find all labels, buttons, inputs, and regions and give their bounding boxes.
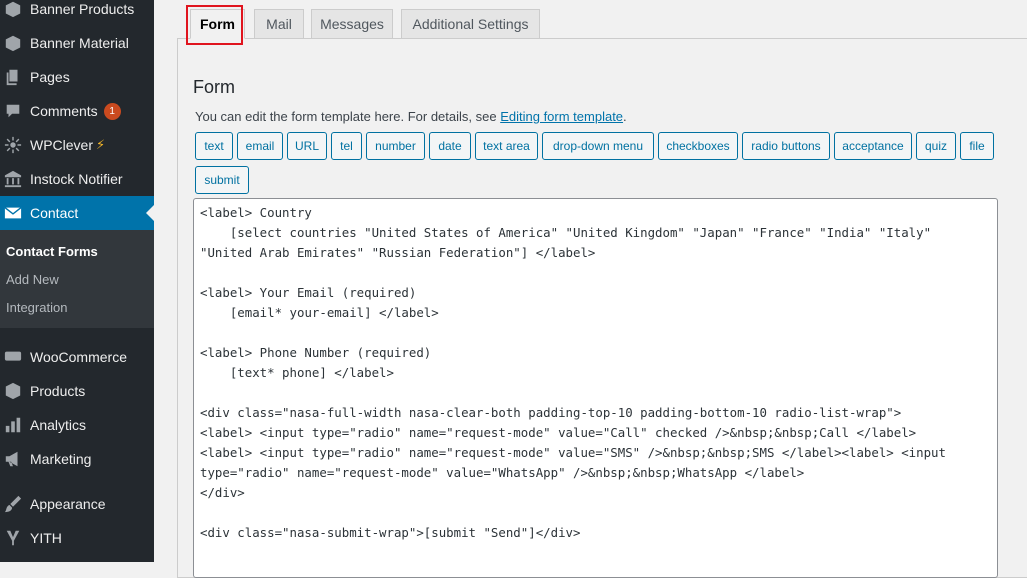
yith-icon — [4, 529, 22, 547]
tag-button-checkboxes[interactable]: checkboxes — [658, 132, 738, 160]
tag-button-file[interactable]: file — [960, 132, 994, 160]
analytics-bar-chart-icon — [4, 416, 22, 434]
contact-submenu: Contact Forms Add New Integration — [0, 230, 154, 328]
sidebar-item-label: Pages — [30, 69, 70, 85]
tag-button-drop-down-menu[interactable]: drop-down menu — [542, 132, 654, 160]
sidebar-item-appearance[interactable]: Appearance — [0, 487, 154, 521]
submenu-item-contact-forms[interactable]: Contact Forms — [6, 244, 98, 259]
tag-button-tel[interactable]: tel — [331, 132, 362, 160]
lightning-bolt-icon: ⚡ — [96, 137, 106, 152]
sidebar-item-banner-products[interactable]: Banner Products — [0, 0, 154, 26]
sidebar-item-label: Banner Material — [30, 35, 129, 51]
paintbrush-icon — [4, 495, 22, 513]
sidebar-item-wpclever[interactable]: WPClever ⚡ — [0, 128, 154, 162]
pages-icon — [4, 68, 22, 86]
submenu-item-integration[interactable]: Integration — [6, 300, 67, 315]
sidebar-item-label: Banner Products — [30, 1, 135, 17]
sidebar-item-label: Appearance — [30, 496, 106, 512]
editing-form-template-link[interactable]: Editing form template — [500, 109, 623, 124]
form-section-title: Form — [193, 77, 235, 97]
mail-envelope-icon — [4, 204, 22, 222]
submenu-item-add-new[interactable]: Add New — [6, 272, 59, 287]
form-description: You can edit the form template here. For… — [195, 109, 627, 124]
tag-button-date[interactable]: date — [429, 132, 471, 160]
tag-button-email[interactable]: email — [237, 132, 283, 160]
sidebar-item-analytics[interactable]: Analytics — [0, 408, 154, 442]
sidebar-item-label: WPClever — [30, 137, 94, 153]
megaphone-icon — [4, 450, 22, 468]
tag-button-number[interactable]: number — [366, 132, 425, 160]
sidebar-item-products[interactable]: Products — [0, 374, 154, 408]
sidebar-item-label: Comments — [30, 103, 98, 119]
admin-sidebar: Banner Products Banner Material Pages Co… — [0, 0, 154, 562]
sidebar-item-label: WooCommerce — [30, 349, 127, 365]
tab-messages[interactable]: Messages — [311, 9, 393, 39]
sidebar-item-banner-material[interactable]: Banner Material — [0, 26, 154, 60]
sidebar-item-woocommerce[interactable]: WooCommerce — [0, 340, 154, 374]
tag-button-text-area[interactable]: text area — [475, 132, 538, 160]
form-template-editor[interactable]: <label> Country [select countries "Unite… — [193, 198, 998, 578]
comments-icon — [4, 102, 22, 120]
sidebar-item-comments[interactable]: Comments 1 — [0, 94, 154, 128]
sidebar-item-pages[interactable]: Pages — [0, 60, 154, 94]
sidebar-item-marketing[interactable]: Marketing — [0, 442, 154, 476]
tab-mail[interactable]: Mail — [254, 9, 304, 39]
products-box-icon — [4, 382, 22, 400]
banner-material-icon — [4, 34, 22, 52]
instock-notifier-icon — [4, 170, 22, 188]
tag-button-url[interactable]: URL — [287, 132, 327, 160]
sidebar-item-instock-notifier[interactable]: Instock Notifier — [0, 162, 154, 196]
sidebar-item-label: Contact — [30, 205, 79, 221]
tag-button-text[interactable]: text — [195, 132, 233, 160]
sidebar-item-label: YITH — [30, 530, 62, 546]
form-tab-highlight-box — [186, 5, 243, 45]
sidebar-item-yith[interactable]: YITH — [0, 521, 154, 555]
wpclever-icon — [4, 136, 22, 154]
comments-count-badge: 1 — [103, 102, 121, 120]
sidebar-item-label: Marketing — [30, 451, 92, 467]
sidebar-item-label: Analytics — [30, 417, 87, 433]
sidebar-item-label: Instock Notifier — [30, 171, 123, 187]
tag-button-submit[interactable]: submit — [195, 166, 249, 194]
tag-button-radio-buttons[interactable]: radio buttons — [742, 132, 830, 160]
woocommerce-icon — [4, 348, 22, 366]
sidebar-item-contact[interactable]: Contact — [0, 196, 154, 230]
banner-products-icon — [4, 0, 22, 18]
sidebar-item-label: Products — [30, 383, 86, 399]
tab-additional-settings[interactable]: Additional Settings — [401, 9, 540, 39]
tag-button-acceptance[interactable]: acceptance — [834, 132, 912, 160]
tag-button-quiz[interactable]: quiz — [916, 132, 956, 160]
